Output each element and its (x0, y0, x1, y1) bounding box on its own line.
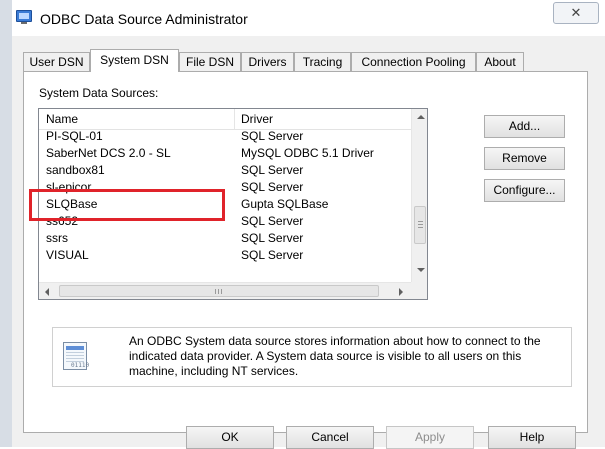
dialog-body: User DSN System DSN File DSN Drivers Tra… (12, 36, 605, 449)
tab-system-dsn[interactable]: System DSN (90, 49, 179, 72)
row-driver: SQL Server (241, 180, 304, 194)
data-source-document-icon: 01110 (63, 342, 91, 374)
list-header: Name Driver (39, 109, 411, 130)
system-dsn-page: System Data Sources: Name Driver PI-SQL-… (23, 71, 588, 433)
row-name: sl-epicor (46, 180, 92, 194)
close-button[interactable]: ✕ (553, 2, 599, 24)
desktop-edge (0, 0, 12, 447)
info-description: An ODBC System data source stores inform… (129, 334, 541, 378)
list-row[interactable]: ssrs SQL Server (39, 230, 411, 247)
cancel-button[interactable]: Cancel (286, 426, 374, 449)
row-driver: SQL Server (241, 214, 304, 228)
row-driver: SQL Server (241, 129, 304, 143)
row-name: ss652 (46, 214, 79, 228)
system-data-sources-label: System Data Sources: (39, 86, 159, 100)
tab-tracing[interactable]: Tracing (294, 52, 351, 71)
row-name: PI-SQL-01 (46, 129, 103, 143)
data-sources-list[interactable]: Name Driver PI-SQL-01 SQL Server SaberNe… (38, 108, 428, 300)
scroll-left-arrow-icon[interactable] (45, 288, 49, 296)
row-driver: SQL Server (241, 163, 304, 177)
apply-button[interactable]: Apply (386, 426, 474, 449)
row-name: SaberNet DCS 2.0 - SL (46, 146, 171, 160)
vertical-scroll-thumb[interactable] (414, 206, 426, 244)
vertical-scrollbar[interactable] (411, 109, 427, 282)
tab-user-dsn[interactable]: User DSN (23, 52, 90, 71)
row-name: ssrs (46, 231, 68, 245)
row-name: SLQBase (46, 197, 98, 211)
list-row[interactable]: VISUAL SQL Server (39, 247, 411, 264)
scroll-right-arrow-icon[interactable] (399, 288, 403, 296)
scroll-up-arrow-icon[interactable] (417, 115, 425, 119)
column-header-driver[interactable]: Driver (241, 112, 273, 126)
row-name: sandbox81 (46, 163, 105, 177)
list-row[interactable]: PI-SQL-01 SQL Server (39, 128, 411, 145)
list-row[interactable]: SLQBase Gupta SQLBase (39, 196, 411, 213)
scrollbar-corner (411, 282, 427, 299)
row-driver: SQL Server (241, 248, 304, 262)
info-panel: 01110 An ODBC System data source stores … (52, 327, 572, 387)
odbc-administrator-window: ODBC Data Source Administrator ✕ User DS… (12, 0, 605, 449)
column-header-name[interactable]: Name (46, 112, 78, 126)
list-row[interactable]: sl-epicor SQL Server (39, 179, 411, 196)
help-button[interactable]: Help (488, 426, 576, 449)
title-bar[interactable]: ODBC Data Source Administrator ✕ (12, 0, 605, 36)
list-row[interactable]: sandbox81 SQL Server (39, 162, 411, 179)
window-title: ODBC Data Source Administrator (40, 11, 248, 27)
horizontal-scroll-thumb[interactable] (59, 285, 379, 297)
configure-button[interactable]: Configure... (484, 179, 565, 202)
tab-drivers[interactable]: Drivers (241, 52, 294, 71)
list-row[interactable]: SaberNet DCS 2.0 - SL MySQL ODBC 5.1 Dri… (39, 145, 411, 162)
monitor-icon (16, 10, 32, 24)
row-driver: SQL Server (241, 231, 304, 245)
row-driver: MySQL ODBC 5.1 Driver (241, 146, 374, 160)
add-button[interactable]: Add... (484, 115, 565, 138)
tab-file-dsn[interactable]: File DSN (179, 52, 241, 71)
ok-button[interactable]: OK (186, 426, 274, 449)
close-icon: ✕ (570, 5, 582, 20)
row-name: VISUAL (46, 248, 89, 262)
remove-button[interactable]: Remove (484, 147, 565, 170)
list-row[interactable]: ss652 SQL Server (39, 213, 411, 230)
horizontal-scrollbar[interactable] (39, 282, 411, 299)
tab-about[interactable]: About (476, 52, 524, 71)
scroll-down-arrow-icon[interactable] (417, 268, 425, 272)
tab-connection-pooling[interactable]: Connection Pooling (351, 52, 476, 71)
row-driver: Gupta SQLBase (241, 197, 329, 211)
